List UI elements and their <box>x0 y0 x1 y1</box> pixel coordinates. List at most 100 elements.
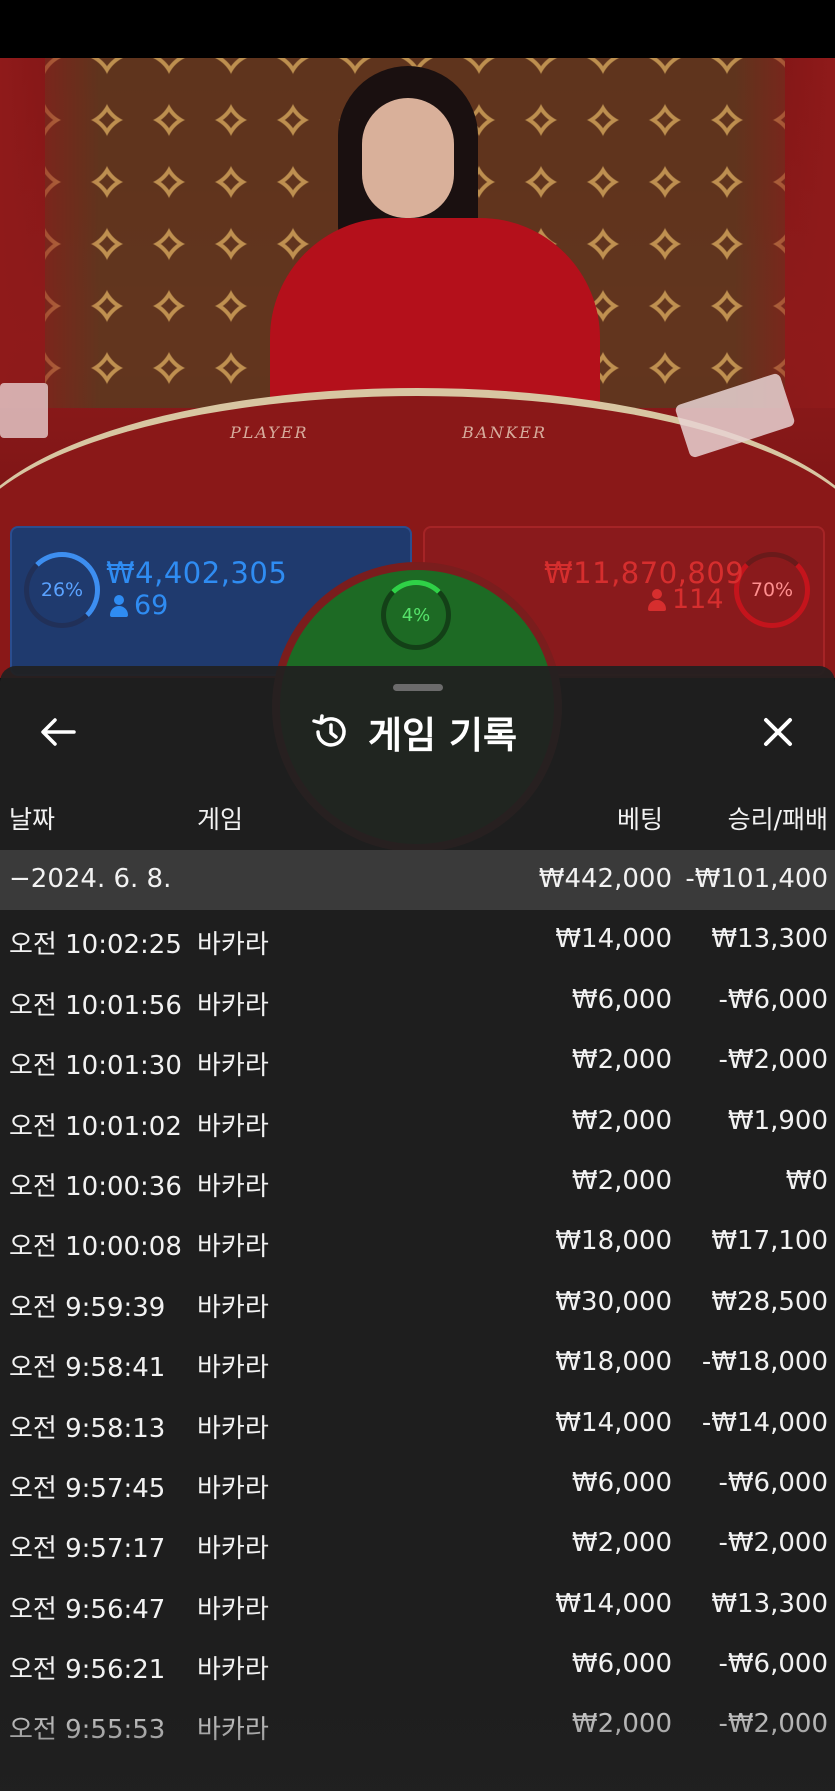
row-game: 바카라 <box>197 1353 269 1384</box>
back-button[interactable] <box>36 710 80 754</box>
history-row[interactable]: 오전 9:55:53 바카라 ₩2,000 -₩2,000 <box>0 1695 835 1755</box>
row-time: 오전 9:58:13 <box>9 1413 166 1444</box>
row-result: ₩13,300 <box>711 1588 828 1619</box>
row-time: 오전 9:59:39 <box>9 1292 166 1323</box>
row-game: 바카라 <box>197 1413 269 1444</box>
tie-percent: 4% <box>401 604 431 626</box>
row-bet: ₩14,000 <box>555 924 672 955</box>
banker-count: 114 <box>648 584 724 615</box>
row-time: 오전 10:01:02 <box>9 1111 182 1142</box>
row-time: 오전 9:57:45 <box>9 1473 166 1504</box>
banker-percent-ring: 70% <box>734 552 810 628</box>
history-row[interactable]: 오전 10:02:25 바카라 ₩14,000 ₩13,300 <box>0 910 835 970</box>
row-game: 바카라 <box>197 1473 269 1504</box>
dealer-face <box>362 98 454 218</box>
row-game: 바카라 <box>197 1594 269 1625</box>
history-list: −2024. 6. 8. ₩442,000 -₩101,400 오전 10:02… <box>0 850 835 1756</box>
history-row[interactable]: 오전 10:00:08 바카라 ₩18,000 ₩17,100 <box>0 1212 835 1272</box>
row-bet: ₩6,000 <box>571 1467 672 1498</box>
history-row[interactable]: 오전 9:58:13 바카라 ₩14,000 -₩14,000 <box>0 1394 835 1454</box>
summary-bet: ₩442,000 <box>538 864 672 894</box>
row-result: ₩0 <box>785 1165 828 1196</box>
row-result: -₩6,000 <box>718 1649 828 1680</box>
row-bet: ₩2,000 <box>571 1528 672 1559</box>
row-time: 오전 10:01:56 <box>9 990 182 1021</box>
row-game: 바카라 <box>197 1232 269 1263</box>
column-header-date: 날짜 <box>9 805 56 834</box>
history-row[interactable]: 오전 10:01:30 바카라 ₩2,000 -₩2,000 <box>0 1031 835 1091</box>
arrow-left-icon <box>41 718 76 746</box>
row-bet: ₩2,000 <box>571 1165 672 1196</box>
status-bar <box>0 0 835 58</box>
row-game: 바카라 <box>197 930 269 961</box>
sheet-drag-handle[interactable] <box>393 684 443 691</box>
row-result: ₩28,500 <box>711 1286 828 1317</box>
person-icon <box>110 594 128 617</box>
row-time: 오전 9:56:21 <box>9 1655 166 1686</box>
player-count: 69 <box>110 590 168 621</box>
close-button[interactable] <box>756 710 800 754</box>
row-result: -₩14,000 <box>701 1407 828 1438</box>
close-icon <box>764 718 792 746</box>
row-game: 바카라 <box>197 1111 269 1142</box>
person-icon <box>648 588 666 611</box>
row-game: 바카라 <box>197 1292 269 1323</box>
sheet-header: 게임 기록 <box>310 705 517 759</box>
row-result: -₩18,000 <box>701 1347 828 1378</box>
row-bet: ₩6,000 <box>571 984 672 1015</box>
row-result: -₩2,000 <box>718 1528 828 1559</box>
column-header-bet: 베팅 <box>616 805 663 834</box>
column-header-game: 게임 <box>197 805 244 834</box>
row-bet: ₩6,000 <box>571 1649 672 1680</box>
row-bet: ₩30,000 <box>555 1286 672 1317</box>
column-header-result: 승리/패배 <box>727 805 828 834</box>
row-bet: ₩14,000 <box>555 1407 672 1438</box>
player-total-amount: ₩4,402,305 <box>106 556 288 590</box>
date-summary-row[interactable]: −2024. 6. 8. ₩442,000 -₩101,400 <box>0 850 835 911</box>
row-game: 바카라 <box>197 990 269 1021</box>
row-game: 바카라 <box>197 1171 269 1202</box>
history-icon <box>312 714 346 747</box>
history-row[interactable]: 오전 9:56:47 바카라 ₩14,000 ₩13,300 <box>0 1575 835 1635</box>
row-bet: ₩2,000 <box>571 1045 672 1076</box>
player-count-value: 69 <box>134 590 169 621</box>
row-time: 오전 10:00:36 <box>9 1171 182 1202</box>
row-bet: ₩2,000 <box>571 1105 672 1136</box>
tie-percent-ring: 4% <box>381 580 451 650</box>
row-game: 바카라 <box>197 1051 269 1082</box>
history-row[interactable]: 오전 10:00:36 바카라 ₩2,000 ₩0 <box>0 1152 835 1212</box>
history-row[interactable]: 오전 9:58:41 바카라 ₩18,000 -₩18,000 <box>0 1333 835 1393</box>
player-percent-ring: 26% <box>24 552 100 628</box>
row-result: ₩1,900 <box>727 1105 828 1136</box>
history-row[interactable]: 오전 9:56:21 바카라 ₩6,000 -₩6,000 <box>0 1635 835 1695</box>
history-row[interactable]: 오전 9:57:45 바카라 ₩6,000 -₩6,000 <box>0 1454 835 1514</box>
banker-count-value: 114 <box>672 584 724 615</box>
summary-result: -₩101,400 <box>685 864 828 894</box>
row-time: 오전 9:56:47 <box>9 1594 166 1625</box>
row-result: -₩6,000 <box>718 1467 828 1498</box>
row-game: 바카라 <box>197 1715 269 1746</box>
history-row[interactable]: 오전 9:57:17 바카라 ₩2,000 -₩2,000 <box>0 1514 835 1574</box>
table-label-player: PLAYER <box>230 423 309 442</box>
row-result: -₩2,000 <box>718 1709 828 1740</box>
row-result: ₩17,100 <box>711 1226 828 1257</box>
player-percent: 26% <box>40 579 84 601</box>
row-time: 오전 10:01:30 <box>9 1051 182 1082</box>
history-row[interactable]: 오전 10:01:02 바카라 ₩2,000 ₩1,900 <box>0 1092 835 1152</box>
row-bet: ₩18,000 <box>555 1347 672 1378</box>
row-game: 바카라 <box>197 1655 269 1686</box>
summary-date: −2024. 6. 8. <box>9 864 172 894</box>
sheet-title: 게임 기록 <box>368 714 518 757</box>
row-bet: ₩18,000 <box>555 1226 672 1257</box>
row-bet: ₩2,000 <box>571 1709 672 1740</box>
row-time: 오전 9:57:17 <box>9 1534 166 1565</box>
row-result: -₩2,000 <box>718 1045 828 1076</box>
row-bet: ₩14,000 <box>555 1588 672 1619</box>
row-time: 오전 9:55:53 <box>9 1715 166 1746</box>
row-time: 오전 9:58:41 <box>9 1353 166 1384</box>
history-row[interactable]: 오전 9:59:39 바카라 ₩30,000 ₩28,500 <box>0 1273 835 1333</box>
row-result: -₩6,000 <box>718 984 828 1015</box>
table-label-banker: BANKER <box>462 423 547 442</box>
card-stack <box>0 383 48 438</box>
history-row[interactable]: 오전 10:01:56 바카라 ₩6,000 -₩6,000 <box>0 971 835 1031</box>
